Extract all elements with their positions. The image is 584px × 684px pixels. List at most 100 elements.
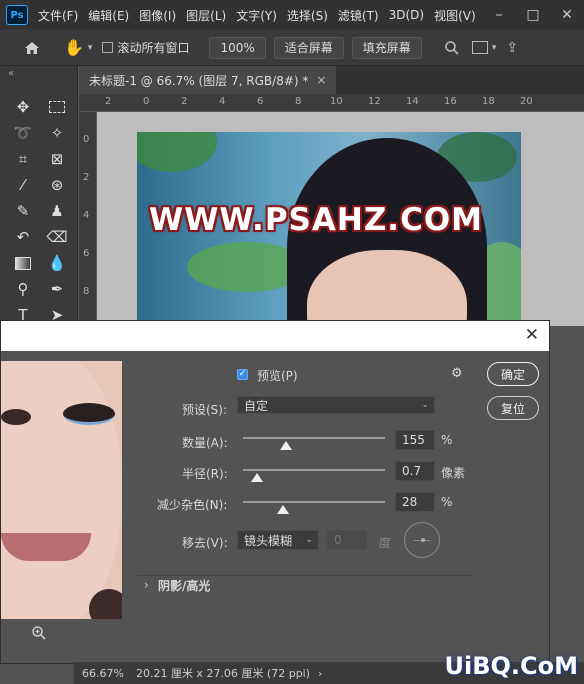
zoom-percent-button[interactable]: 100% [209, 36, 266, 59]
search-icon[interactable] [444, 40, 460, 56]
close-icon[interactable]: ✕ [550, 7, 584, 23]
menu-filter[interactable]: 滤镜(T) [338, 7, 379, 24]
eyedropper-icon[interactable]: ⁄ [11, 174, 35, 196]
workspace-icon[interactable] [471, 41, 488, 54]
document-tab-bar: 未标题-1 @ 66.7% (图层 7, RGB/8#) * × [79, 66, 584, 94]
shadow-highlight-section[interactable]: 阴影/高光 [158, 577, 210, 594]
document-tab-title: 未标题-1 @ 66.7% (图层 7, RGB/8#) * [89, 73, 309, 88]
radius-slider-track[interactable] [243, 469, 385, 471]
menu-image[interactable]: 图像(I) [139, 7, 176, 24]
amount-field[interactable]: 155 [395, 430, 435, 450]
noise-unit: % [441, 495, 453, 509]
ruler-tick-label: 0 [143, 96, 150, 107]
brush-tool-icon[interactable]: ✎ [11, 200, 35, 222]
ruler-tick-label: 2 [181, 96, 188, 107]
ruler-tick-label: 18 [482, 96, 495, 107]
corner-logo: UiBQ.CoM [444, 652, 578, 680]
chevron-down-icon: ⌄ [305, 535, 313, 545]
hand-tool-icon[interactable]: ✋ [64, 38, 84, 57]
fit-screen-button[interactable]: 适合屏幕 [273, 36, 344, 59]
document-image: WWW.PSAHZ.COM [137, 132, 521, 326]
lasso-tool-icon[interactable]: ➰ [11, 122, 35, 144]
menu-layer[interactable]: 图层(L) [186, 7, 226, 24]
scroll-all-checkbox[interactable] [102, 42, 114, 53]
fill-screen-button[interactable]: 填充屏幕 [351, 36, 422, 59]
blur-tool-icon[interactable]: 💧 [45, 252, 69, 274]
chevron-down-icon[interactable]: ▾ [88, 43, 93, 53]
amount-slider-track[interactable] [243, 437, 385, 439]
ruler-tick-label: 20 [520, 96, 533, 107]
close-icon[interactable]: ✕ [525, 325, 539, 345]
share-icon[interactable]: ⇪ [506, 40, 518, 56]
preset-label: 预设(S): [182, 403, 228, 417]
ruler-tick-label: 6 [83, 248, 90, 259]
history-brush-icon[interactable]: ↶ [11, 226, 35, 248]
section-divider [137, 575, 473, 576]
menu-select[interactable]: 选择(S) [287, 7, 328, 24]
menu-view[interactable]: 视图(V) [434, 7, 476, 24]
status-arrow[interactable]: › [318, 667, 322, 680]
maximize-icon[interactable]: □ [516, 7, 550, 23]
gear-icon[interactable]: ⚙ [451, 366, 463, 381]
chevron-down-icon: ⌄ [421, 400, 429, 410]
ruler-tick-label: 12 [368, 96, 381, 107]
magic-wand-icon[interactable]: ✧ [45, 122, 69, 144]
vertical-ruler: 0 2 4 6 8 [79, 112, 97, 326]
ruler-tick-label: 10 [330, 96, 343, 107]
angle-field: 0 [327, 530, 367, 550]
window-controls: – □ ✕ [482, 0, 584, 30]
smart-sharpen-dialog: ✕ ✓ 预览(P) ⚙ 预设(S): 自定 ⌄ 数量(A): 155 % 半径(… [0, 320, 550, 664]
zoom-in-icon[interactable] [31, 625, 47, 645]
menu-3d[interactable]: 3D(D) [389, 8, 424, 22]
crop-tool-icon[interactable]: ⌗ [11, 148, 35, 170]
ruler-tick-label: 2 [83, 172, 90, 183]
reset-button[interactable]: 复位 [487, 396, 539, 420]
ruler-tick-label: 16 [444, 96, 457, 107]
amount-label: 数量(A): [182, 436, 228, 450]
radius-unit: 像素 [441, 466, 466, 480]
noise-label: 减少杂色(N): [157, 498, 228, 512]
menu-file[interactable]: 文件(F) [38, 7, 78, 24]
dodge-tool-icon[interactable]: ⚲ [11, 278, 35, 300]
home-icon[interactable] [22, 41, 42, 55]
noise-slider-track[interactable] [243, 501, 385, 503]
dialog-preview-image[interactable] [1, 361, 122, 619]
gradient-tool-icon[interactable] [11, 252, 35, 274]
frame-tool-icon[interactable]: ⊠ [45, 148, 69, 170]
noise-slider-thumb[interactable] [276, 505, 289, 514]
spot-heal-icon[interactable]: ⊛ [45, 174, 69, 196]
noise-field[interactable]: 28 [395, 492, 435, 512]
status-doc-size: 20.21 厘米 x 27.06 厘米 (72 ppi) [135, 667, 311, 680]
status-zoom[interactable]: 66.67% [82, 667, 124, 680]
collapse-panel-icon[interactable]: « [8, 68, 14, 79]
menu-bar: Ps 文件(F) 编辑(E) 图像(I) 图层(L) 文字(Y) 选择(S) 滤… [0, 0, 584, 30]
chevron-right-icon[interactable]: › [144, 578, 149, 592]
preset-select[interactable]: 自定 ⌄ [237, 396, 435, 414]
move-tool-icon[interactable]: ✥ [11, 96, 35, 118]
pen-tool-icon[interactable]: ✒ [45, 278, 69, 300]
chevron-down-icon[interactable]: ▾ [492, 43, 497, 53]
options-bar: ✋ ▾ 滚动所有窗口 100% 适合屏幕 填充屏幕 ▾ ⇪ [0, 30, 584, 66]
photoshop-logo: Ps [6, 5, 28, 25]
radius-field[interactable]: 0.7 [395, 461, 435, 481]
radius-slider-thumb[interactable] [251, 473, 264, 482]
remove-select[interactable]: 镜头模糊 ⌄ [237, 530, 319, 550]
amount-slider-thumb[interactable] [279, 441, 292, 450]
ruler-tick-label: 14 [406, 96, 419, 107]
ruler-tick-label: 8 [295, 96, 302, 107]
document-tab[interactable]: 未标题-1 @ 66.7% (图层 7, RGB/8#) * × [79, 66, 337, 94]
menu-edit[interactable]: 编辑(E) [88, 7, 129, 24]
tab-close-icon[interactable]: × [316, 73, 326, 87]
ruler-tick-label: 8 [83, 286, 90, 297]
eraser-tool-icon[interactable]: ⌫ [45, 226, 69, 248]
ok-button[interactable]: 确定 [487, 362, 539, 386]
angle-dial-icon [404, 522, 440, 558]
menu-type[interactable]: 文字(Y) [236, 7, 277, 24]
ruler-tick-label: 6 [257, 96, 264, 107]
minimize-icon[interactable]: – [482, 7, 516, 23]
preview-checkbox[interactable]: ✓ [237, 369, 248, 380]
dialog-title-bar[interactable]: ✕ [1, 321, 549, 351]
canvas-area[interactable]: WWW.PSAHZ.COM [97, 112, 584, 326]
marquee-tool-icon[interactable] [45, 96, 69, 118]
stamp-tool-icon[interactable]: ♟ [45, 200, 69, 222]
